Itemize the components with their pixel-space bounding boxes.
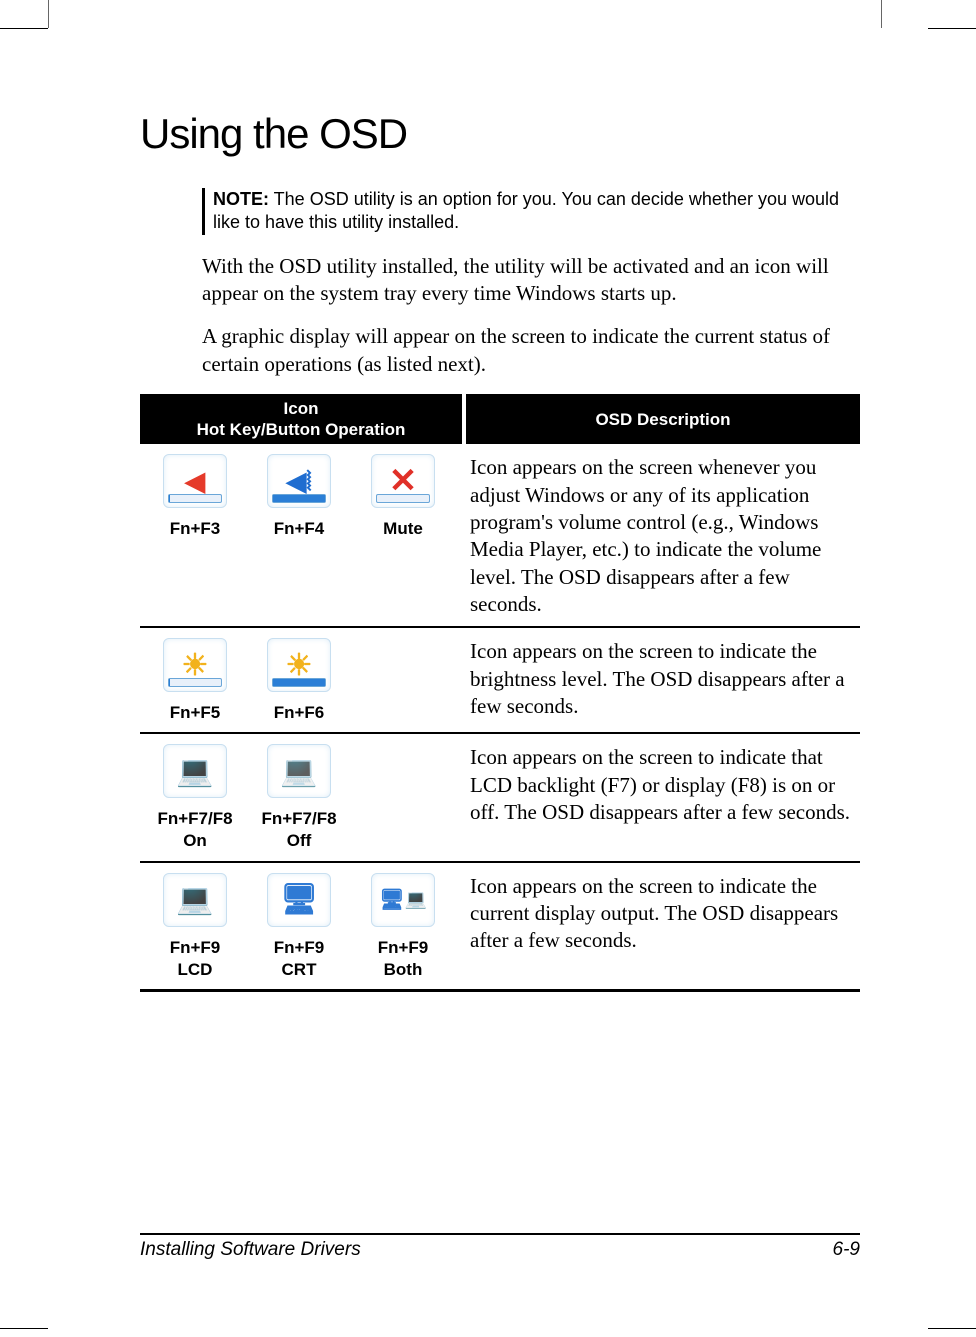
crt-icon: 🖥	[267, 873, 331, 927]
icon-cell: ✕ Mute	[360, 454, 446, 540]
hotkey-label: Fn+F7/F8	[256, 808, 342, 830]
osd-description: Icon appears on the screen whenever you …	[464, 444, 860, 627]
icon-cell: 💻 Fn+F9 LCD	[152, 873, 238, 981]
table-row: 💻 Fn+F7/F8 On 💻 Fn+F7/F8 Off	[140, 733, 860, 861]
laptop-open-icon: 💻	[163, 744, 227, 798]
hotkey-label: Fn+F5	[170, 703, 221, 722]
footer-right: 6-9	[833, 1239, 860, 1261]
speaker-low-icon: ◀	[163, 454, 227, 508]
lcd-icon: 💻	[163, 873, 227, 927]
footer: Installing Software Drivers 6-9	[140, 1233, 860, 1261]
icon-cell: 💻 Fn+F7/F8 On	[152, 744, 238, 852]
hotkey-sublabel: On	[152, 830, 238, 852]
icon-cell: 🖥 Fn+F9 CRT	[256, 873, 342, 981]
icon-cell: ☀ Fn+F6	[256, 638, 342, 724]
hotkey-label: Fn+F3	[170, 519, 221, 538]
crop-mark	[928, 1328, 976, 1329]
icon-cell: ◀⦚ Fn+F4	[256, 454, 342, 540]
th-desc: OSD Description	[464, 394, 860, 445]
crop-mark	[48, 0, 49, 28]
th-icon: Icon Hot Key/Button Operation	[140, 394, 464, 445]
intro-paragraph-1: With the OSD utility installed, the util…	[202, 253, 860, 308]
page: Using the OSD NOTE: The OSD utility is a…	[0, 0, 976, 1337]
note-text: The OSD utility is an option for you. Yo…	[213, 189, 839, 232]
hotkey-sublabel: Off	[256, 830, 342, 852]
hotkey-label: Fn+F9	[152, 937, 238, 959]
intro-paragraph-2: A graphic display will appear on the scr…	[202, 323, 860, 378]
content-area: Using the OSD NOTE: The OSD utility is a…	[140, 110, 860, 992]
osd-description: Icon appears on the screen to indicate t…	[464, 862, 860, 991]
hotkey-label: Fn+F9	[256, 937, 342, 959]
th-icon-line1: Icon	[284, 399, 319, 418]
both-display-icon: 🖥💻	[371, 873, 435, 927]
hotkey-sublabel: Both	[360, 959, 446, 981]
icon-cell: 🖥💻 Fn+F9 Both	[360, 873, 446, 981]
hotkey-sublabel: CRT	[256, 959, 342, 981]
table-row: ☀ Fn+F5 ☀ Fn+F6	[140, 627, 860, 733]
hotkey-label: Fn+F7/F8	[152, 808, 238, 830]
brightness-low-icon: ☀	[163, 638, 227, 692]
icon-cell: ☀ Fn+F5	[152, 638, 238, 724]
hotkey-label: Fn+F4	[274, 519, 325, 538]
icon-cell: 💻 Fn+F7/F8 Off	[256, 744, 342, 852]
crop-mark	[0, 28, 48, 29]
hotkey-label: Mute	[383, 519, 423, 538]
osd-description: Icon appears on the screen to indicate t…	[464, 627, 860, 733]
hotkey-label: Fn+F9	[360, 937, 446, 959]
hotkey-sublabel: LCD	[152, 959, 238, 981]
icon-cell: ◀ Fn+F3	[152, 454, 238, 540]
note-block: NOTE: The OSD utility is an option for y…	[202, 188, 860, 235]
speaker-high-icon: ◀⦚	[267, 454, 331, 508]
crop-mark	[928, 28, 976, 29]
footer-left: Installing Software Drivers	[140, 1239, 361, 1261]
crop-mark	[881, 0, 882, 28]
osd-table: Icon Hot Key/Button Operation OSD Descri…	[140, 394, 860, 992]
table-row: 💻 Fn+F9 LCD 🖥 Fn+F9 CRT	[140, 862, 860, 991]
page-title: Using the OSD	[140, 110, 860, 158]
th-icon-line2: Hot Key/Button Operation	[197, 420, 406, 439]
table-row: ◀ Fn+F3 ◀⦚ Fn+F4	[140, 444, 860, 627]
hotkey-label: Fn+F6	[274, 703, 325, 722]
note-label: NOTE:	[213, 189, 269, 209]
mute-icon: ✕	[371, 454, 435, 508]
laptop-closed-icon: 💻	[267, 744, 331, 798]
brightness-high-icon: ☀	[267, 638, 331, 692]
osd-description: Icon appears on the screen to indicate t…	[464, 733, 860, 861]
crop-mark	[0, 1328, 48, 1329]
